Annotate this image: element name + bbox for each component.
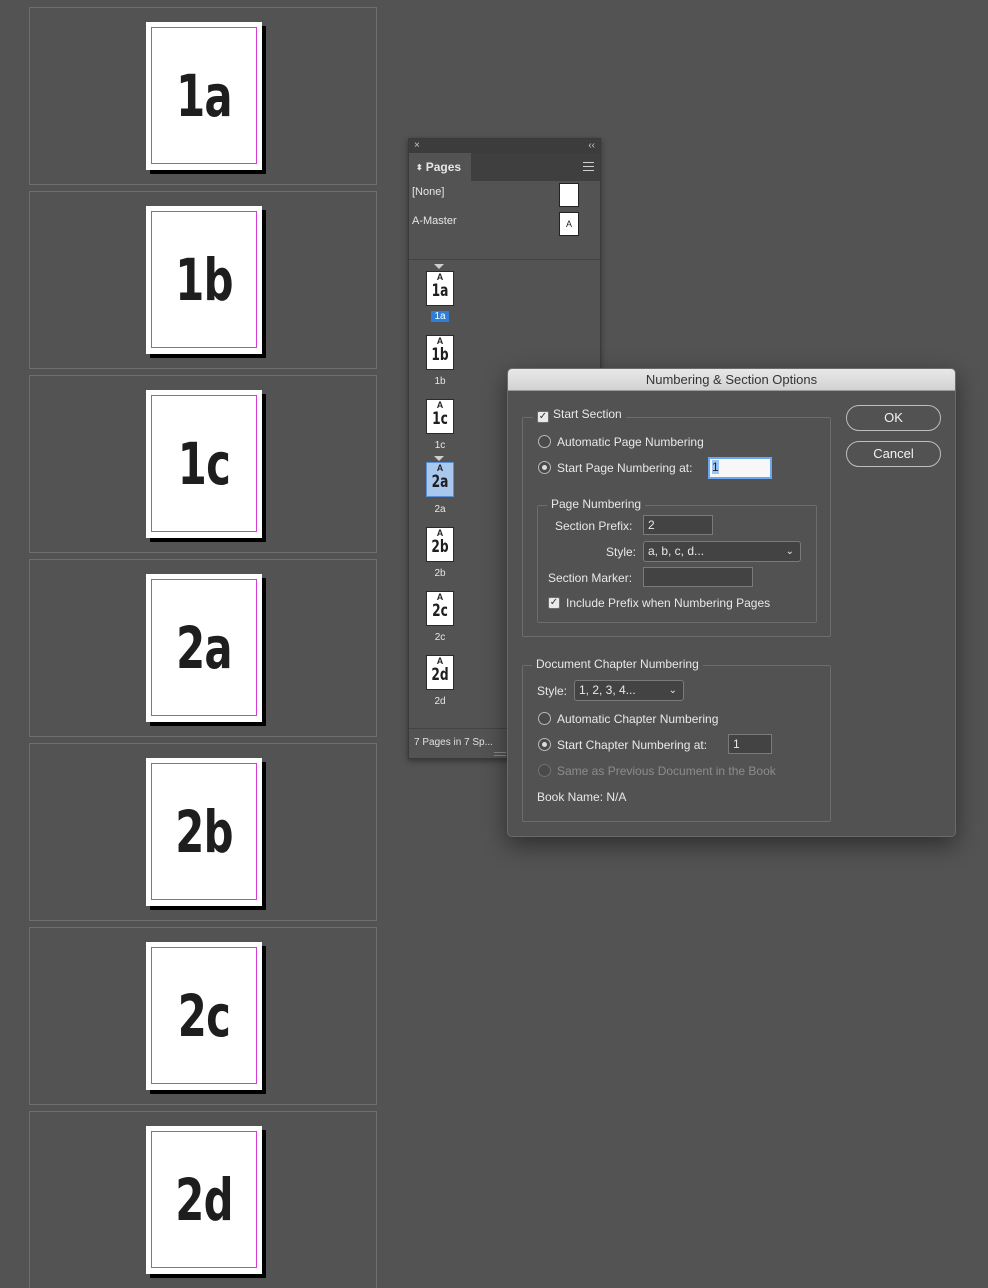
page[interactable]: 2a — [146, 574, 262, 722]
spread-1b[interactable]: 1b — [29, 191, 377, 369]
automatic-page-numbering-radio[interactable] — [538, 435, 551, 448]
chapter-style-label: Style: — [537, 684, 568, 698]
pages-status-text: 7 Pages in 7 Sp... — [414, 737, 493, 748]
page-style-value: a, b, c, d... — [648, 544, 705, 558]
master-a-label[interactable]: A-Master — [412, 215, 457, 227]
page-caption-2c[interactable]: 2c — [426, 632, 454, 643]
same-as-previous-label: Same as Previous Document in the Book — [557, 764, 776, 778]
start-page-number-value: 1 — [712, 460, 719, 474]
section-marker-input[interactable] — [643, 567, 753, 587]
tab-pages[interactable]: ⬍ Pages — [409, 153, 471, 181]
thumb-label: 2b — [431, 537, 449, 557]
master-none-label[interactable]: [None] — [412, 186, 444, 198]
same-as-previous-radio[interactable] — [538, 764, 551, 777]
caption-text: 1a — [431, 311, 449, 322]
resize-grip-icon[interactable] — [494, 752, 506, 756]
thumb-label: 1a — [431, 281, 449, 301]
chapter-style-select[interactable]: 1, 2, 3, 4... ⌄ — [574, 680, 684, 701]
page-label: 2b — [175, 798, 233, 866]
page-numbering-legend: Page Numbering — [547, 497, 646, 511]
panel-divider — [409, 259, 600, 260]
master-a-thumb[interactable]: A — [559, 212, 579, 236]
updown-arrows-icon: ⬍ — [416, 163, 423, 172]
section-marker-label: Section Marker: — [548, 571, 633, 585]
page-thumb-2c[interactable]: A 2c — [426, 591, 454, 626]
collapse-icon[interactable]: ‹‹ — [588, 139, 595, 153]
page-caption-1a[interactable]: 1a — [426, 311, 454, 322]
page-label: 1b — [175, 246, 233, 314]
spread-1c[interactable]: 1c — [29, 375, 377, 553]
cancel-button[interactable]: Cancel — [846, 441, 941, 467]
page[interactable]: 2c — [146, 942, 262, 1090]
master-none-thumb[interactable] — [559, 183, 579, 207]
page-caption-1b[interactable]: 1b — [426, 376, 454, 387]
page-thumb-2b[interactable]: A 2b — [426, 527, 454, 562]
thumb-label: 2d — [431, 665, 449, 685]
section-marker-icon — [434, 456, 444, 461]
thumb-label: 1c — [432, 409, 448, 429]
page-caption-2d[interactable]: 2d — [426, 696, 454, 707]
spread-2a[interactable]: 2a — [29, 559, 377, 737]
start-section-checkbox[interactable]: ✓ — [537, 411, 549, 423]
page-label: 2c — [177, 982, 231, 1050]
page-caption-2a[interactable]: 2a — [426, 504, 454, 515]
start-section-legend: ✓ Start Section — [533, 407, 626, 423]
page-caption-1c[interactable]: 1c — [426, 440, 454, 451]
start-page-numbering-radio[interactable] — [538, 461, 551, 474]
panel-menu-icon[interactable] — [583, 162, 594, 171]
page[interactable]: 1a — [146, 22, 262, 170]
start-chapter-number-input[interactable]: 1 — [728, 734, 772, 754]
book-name-label: Book Name: N/A — [537, 790, 627, 804]
ok-button[interactable]: OK — [846, 405, 941, 431]
page-thumb-1c[interactable]: A 1c — [426, 399, 454, 434]
page-label: 2d — [175, 1166, 233, 1234]
include-prefix-checkbox[interactable]: ✓ — [548, 597, 560, 609]
spread-1a[interactable]: 1a — [29, 7, 377, 185]
page-style-label: Style: — [606, 545, 637, 559]
section-prefix-input[interactable]: 2 — [643, 515, 713, 535]
page[interactable]: 2b — [146, 758, 262, 906]
section-prefix-label: Section Prefix: — [555, 519, 633, 533]
page-thumb-2d[interactable]: A 2d — [426, 655, 454, 690]
page-label: 2a — [176, 614, 233, 682]
chevron-down-icon: ⌄ — [668, 685, 677, 696]
tab-label: Pages — [425, 160, 462, 174]
chapter-style-value: 1, 2, 3, 4... — [579, 683, 636, 697]
automatic-chapter-numbering-label: Automatic Chapter Numbering — [557, 712, 719, 726]
page-label: 1a — [176, 62, 233, 130]
page-thumb-1a[interactable]: A 1a — [426, 271, 454, 306]
spread-2c[interactable]: 2c — [29, 927, 377, 1105]
start-chapter-numbering-radio[interactable] — [538, 738, 551, 751]
start-page-number-input[interactable]: 1 — [708, 457, 772, 479]
dialog-title[interactable]: Numbering & Section Options — [508, 369, 955, 391]
panel-tabbar: ⬍ Pages — [409, 153, 600, 181]
page-thumb-2a[interactable]: A 2a — [426, 462, 454, 497]
chevron-down-icon: ⌄ — [785, 546, 794, 557]
page-thumb-1b[interactable]: A 1b — [426, 335, 454, 370]
panel-topbar[interactable]: × ‹‹ — [409, 139, 600, 153]
spread-2d[interactable]: 2d — [29, 1111, 377, 1288]
start-section-label: Start Section — [553, 407, 622, 421]
thumb-label: 2c — [432, 601, 448, 621]
page-caption-2b[interactable]: 2b — [426, 568, 454, 579]
page[interactable]: 1b — [146, 206, 262, 354]
automatic-page-numbering-label: Automatic Page Numbering — [557, 435, 704, 449]
page[interactable]: 2d — [146, 1126, 262, 1274]
numbering-section-options-dialog: Numbering & Section Options ✓ Start Secti… — [507, 368, 956, 837]
start-page-numbering-label: Start Page Numbering at: — [557, 461, 693, 475]
chapter-numbering-legend: Document Chapter Numbering — [532, 657, 703, 671]
page-style-select[interactable]: a, b, c, d... ⌄ — [643, 541, 801, 562]
include-prefix-label: Include Prefix when Numbering Pages — [566, 596, 771, 610]
spread-2b[interactable]: 2b — [29, 743, 377, 921]
automatic-chapter-numbering-radio[interactable] — [538, 712, 551, 725]
thumb-label: 2a — [431, 472, 449, 492]
thumb-label: 1b — [431, 345, 449, 365]
page-label: 1c — [177, 430, 231, 498]
start-chapter-numbering-label: Start Chapter Numbering at: — [557, 738, 708, 752]
page[interactable]: 1c — [146, 390, 262, 538]
section-marker-icon — [434, 264, 444, 269]
close-icon[interactable]: × — [414, 139, 420, 153]
